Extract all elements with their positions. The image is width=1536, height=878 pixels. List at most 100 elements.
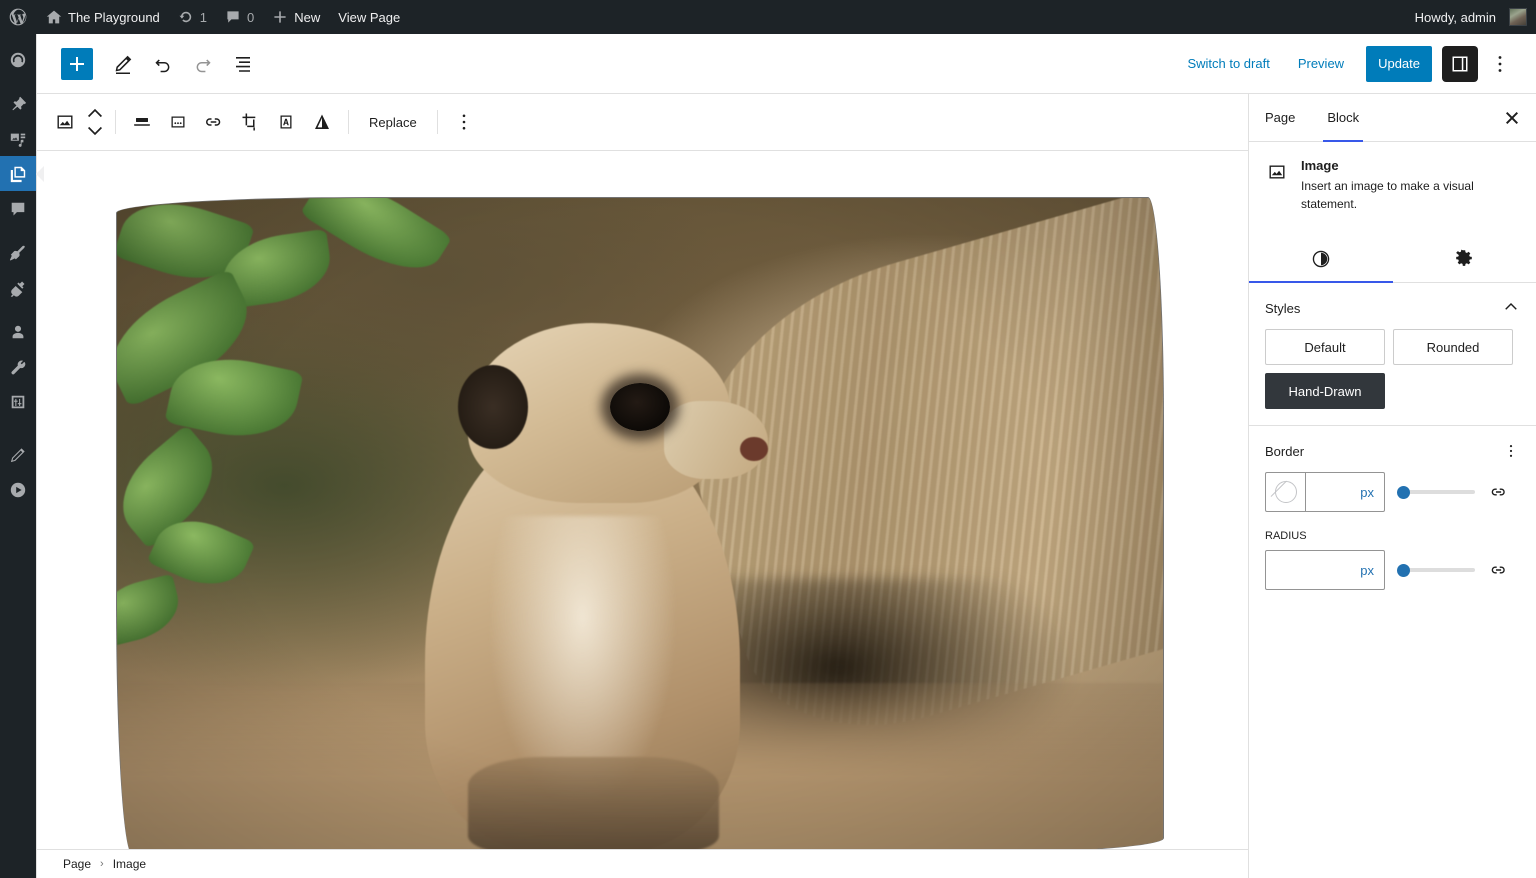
align-icon <box>134 118 150 126</box>
editor-canvas[interactable] <box>37 152 1249 849</box>
pin-icon <box>12 96 27 110</box>
chevron-down-icon <box>88 126 102 136</box>
updates-indicator[interactable]: 1 <box>169 0 216 34</box>
border-width-input-group[interactable]: px <box>1265 472 1385 512</box>
wp-admin-menu <box>0 34 44 878</box>
new-content-menu[interactable]: New <box>263 0 329 34</box>
block-card: Image Insert an image to make a visual s… <box>1249 142 1536 229</box>
user-icon <box>12 325 24 338</box>
image-block[interactable] <box>117 198 1163 849</box>
sidebar-item-posts[interactable] <box>0 86 36 121</box>
link-border-sides-button[interactable] <box>1487 480 1511 504</box>
site-name-label: The Playground <box>68 9 160 25</box>
tab-settings[interactable] <box>1393 235 1536 282</box>
menu-separator-4 <box>0 419 36 428</box>
pencil-icon <box>115 55 132 74</box>
styles-panel-header[interactable]: Styles <box>1265 299 1520 317</box>
style-variations: Default Rounded Hand-Drawn <box>1265 329 1520 409</box>
sidebar-item-pages[interactable] <box>0 156 44 191</box>
tools-button[interactable] <box>105 46 141 82</box>
kebab-menu-icon <box>1498 55 1502 72</box>
link-radius-corners-button[interactable] <box>1487 558 1511 582</box>
block-type-button[interactable] <box>47 98 83 146</box>
slider-thumb[interactable] <box>1397 563 1410 577</box>
switch-to-draft-button[interactable]: Switch to draft <box>1175 50 1281 77</box>
caption-button[interactable] <box>160 98 196 146</box>
sidebar-item-settings[interactable] <box>0 384 36 419</box>
undo-button[interactable] <box>145 46 181 82</box>
slider-thumb[interactable] <box>1397 485 1410 499</box>
editor-header-left <box>37 46 261 82</box>
contrast-half-circle-icon <box>1312 250 1330 267</box>
sidebar-item-dashboard[interactable] <box>0 42 36 77</box>
pages-icon <box>10 166 26 182</box>
style-default[interactable]: Default <box>1265 329 1385 365</box>
breadcrumb-item-page[interactable]: Page <box>63 857 91 871</box>
sidebar-item-appearance[interactable] <box>0 235 36 270</box>
settings-sliders-icon <box>11 395 25 408</box>
sidebar-item-edit[interactable] <box>0 437 36 472</box>
border-panel-header: Border <box>1265 442 1520 460</box>
border-radius-slider[interactable] <box>1397 560 1475 580</box>
close-sidebar-button[interactable] <box>1488 94 1536 141</box>
list-view-icon <box>236 56 250 72</box>
tab-styles[interactable] <box>1249 235 1393 283</box>
style-hand-drawn[interactable]: Hand-Drawn <box>1265 373 1385 409</box>
new-label: New <box>294 9 321 25</box>
sidebar-item-comments[interactable] <box>0 191 36 226</box>
preview-button[interactable]: Preview <box>1286 50 1356 77</box>
updates-icon <box>179 11 191 23</box>
comments-indicator[interactable]: 0 <box>216 0 263 34</box>
pencil-icon <box>10 447 25 462</box>
menu-separator-2 <box>0 226 36 235</box>
border-radius-unit-select[interactable]: px <box>1265 550 1385 590</box>
site-name-menu[interactable]: The Playground <box>37 0 169 34</box>
settings-sidebar-toggle[interactable] <box>1442 45 1478 82</box>
crop-icon <box>242 113 256 131</box>
block-movers[interactable] <box>83 98 107 146</box>
media-icon <box>10 133 26 147</box>
add-block-button[interactable] <box>61 47 93 80</box>
sidebar-item-plugins[interactable] <box>0 270 36 305</box>
link-button[interactable] <box>196 98 232 146</box>
menu-separator-3 <box>0 305 36 314</box>
border-width-unit-select[interactable]: px <box>1306 473 1384 511</box>
no-color-swatch-icon <box>1274 481 1297 503</box>
sidebar-item-play[interactable] <box>0 472 36 507</box>
align-button[interactable] <box>124 98 160 146</box>
chevron-up-icon <box>88 108 102 118</box>
replace-button[interactable]: Replace <box>357 98 429 146</box>
my-account-menu[interactable]: Howdy, admin <box>1406 0 1536 34</box>
tab-page[interactable]: Page <box>1249 94 1311 141</box>
tab-block[interactable]: Block <box>1311 94 1375 142</box>
border-panel-title: Border <box>1265 443 1305 459</box>
block-editor: Switch to draft Preview Update Replace P… <box>36 34 1536 878</box>
add-text-over-image-button[interactable] <box>268 98 304 146</box>
wrench-icon <box>11 360 26 374</box>
border-width-row: px <box>1265 472 1520 512</box>
gear-icon <box>1456 249 1473 266</box>
sidebar-item-tools[interactable] <box>0 349 36 384</box>
block-options-button[interactable] <box>446 98 482 146</box>
wp-logo-menu[interactable] <box>0 0 37 34</box>
comments-count: 0 <box>247 9 255 25</box>
document-overview-button[interactable] <box>225 46 261 82</box>
sidebar-item-users[interactable] <box>0 314 36 349</box>
update-button[interactable]: Update <box>1366 45 1432 82</box>
style-rounded[interactable]: Rounded <box>1393 329 1513 365</box>
sidebar-item-media[interactable] <box>0 121 36 156</box>
breadcrumb-item-image[interactable]: Image <box>113 857 146 871</box>
redo-button[interactable] <box>185 46 221 82</box>
plug-icon <box>10 281 25 297</box>
crop-button[interactable] <box>232 98 268 146</box>
border-color-swatch-button[interactable] <box>1266 473 1306 511</box>
view-page-link[interactable]: View Page <box>329 0 409 34</box>
duotone-filter-button[interactable] <box>304 98 340 146</box>
border-width-slider[interactable] <box>1397 482 1475 502</box>
plus-icon <box>274 11 286 23</box>
editor-options-button[interactable] <box>1482 46 1518 82</box>
meerkat-photo[interactable] <box>117 198 1163 849</box>
border-options-button[interactable] <box>1502 442 1520 460</box>
styles-panel: Styles Default Rounded Hand-Drawn <box>1249 283 1536 426</box>
chevron-up-icon[interactable] <box>1502 299 1520 317</box>
